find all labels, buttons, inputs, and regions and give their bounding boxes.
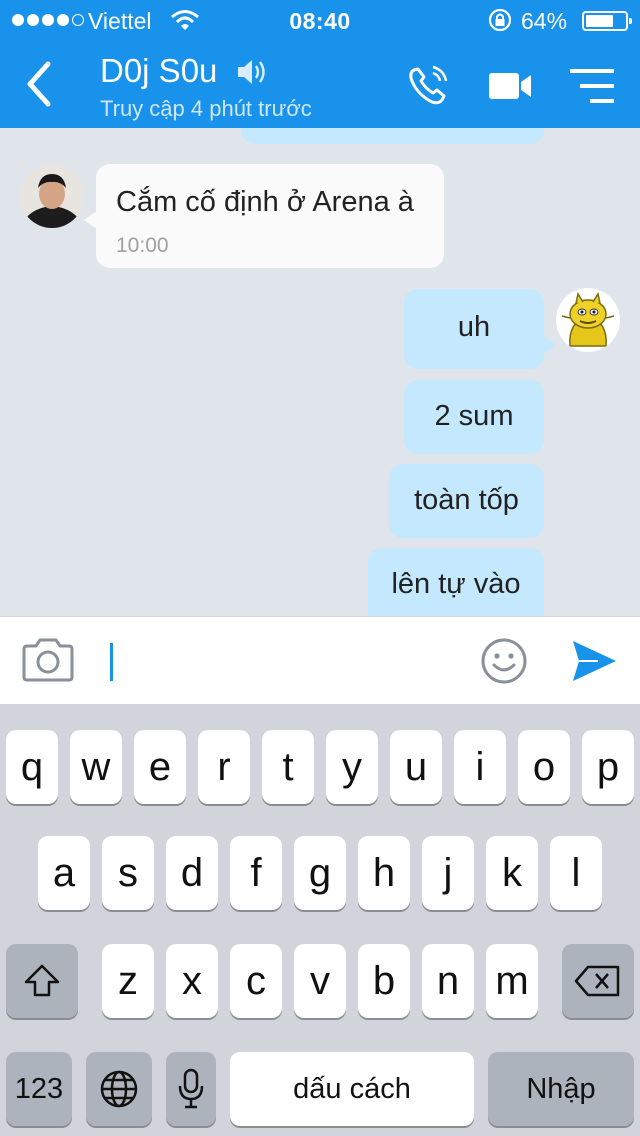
message-input[interactable] [104, 635, 464, 685]
globe-key[interactable] [86, 1052, 152, 1126]
key-s[interactable]: s [102, 836, 154, 910]
key-w[interactable]: w [70, 730, 122, 804]
outgoing-message-bubble[interactable]: 2 sum [404, 380, 544, 454]
key-h[interactable]: h [358, 836, 410, 910]
phone-call-icon[interactable] [406, 64, 450, 108]
key-label: v [310, 958, 330, 1003]
key-r[interactable]: r [198, 730, 250, 804]
key-label: t [282, 744, 294, 789]
message-input-bar [0, 616, 640, 704]
key-label: c [246, 958, 266, 1003]
back-arrow-icon[interactable] [22, 58, 56, 110]
message-text: toàn tốp [414, 484, 519, 516]
key-p[interactable]: p [582, 730, 634, 804]
key-t[interactable]: t [262, 730, 314, 804]
globe-icon [100, 1070, 138, 1108]
outgoing-message-bubble[interactable]: toàn tốp [389, 464, 544, 538]
message-text: Cắm cố định ở Arena à [116, 186, 414, 218]
shift-key[interactable] [6, 944, 78, 1018]
key-label: l [571, 850, 581, 895]
key-u[interactable]: u [390, 730, 442, 804]
keyboard: qwer t yu i op asd f gh j k l zxcvbnm 123 dấu các… [0, 704, 640, 1136]
message-text: 2 sum [434, 400, 514, 432]
key-l[interactable]: l [550, 836, 602, 910]
key-b[interactable]: b [358, 944, 410, 1018]
key-x[interactable]: x [166, 944, 218, 1018]
key-label: q [20, 744, 44, 789]
camera-icon[interactable] [20, 637, 76, 683]
emoji-icon[interactable] [480, 637, 528, 685]
speaker-icon [238, 60, 265, 84]
incoming-message-bubble[interactable]: Cắm cố định ở Arena à 10:00 [96, 164, 444, 268]
key-g[interactable]: g [294, 836, 346, 910]
battery-percentage: 64% [521, 8, 568, 34]
key-label: m [495, 958, 529, 1003]
battery-icon [582, 11, 632, 31]
rotation-lock-icon [488, 8, 512, 32]
key-q[interactable]: q [6, 730, 58, 804]
key-label: w [81, 744, 111, 789]
top-bar: Viettel 08:40 64% D0j S0u Truy cập 4 phú… [0, 0, 640, 128]
key-label: j [443, 850, 453, 895]
key-k[interactable]: k [486, 836, 538, 910]
key-n[interactable]: n [422, 944, 474, 1018]
video-camera-icon[interactable] [487, 70, 533, 102]
key-label: a [52, 850, 76, 895]
message-timestamp: 10:00 [116, 234, 169, 257]
return-key[interactable]: Nhập [488, 1052, 634, 1126]
key-label: h [372, 850, 396, 895]
key-label: z [118, 958, 138, 1003]
microphone-icon [178, 1068, 204, 1109]
key-label: o [532, 744, 556, 789]
key-f[interactable]: f [230, 836, 282, 910]
key-m[interactable]: m [486, 944, 538, 1018]
previous-message-bubble[interactable] [241, 128, 544, 144]
key-label: p [596, 744, 620, 789]
key-label: s [118, 850, 138, 895]
contact-avatar[interactable] [20, 164, 84, 228]
key-z[interactable]: z [102, 944, 154, 1018]
key-label: i [475, 744, 485, 789]
user-avatar[interactable] [556, 288, 620, 352]
outgoing-bubble-tail [542, 335, 556, 355]
key-label: d [180, 850, 204, 895]
key-label: b [372, 958, 396, 1003]
key-a[interactable]: a [38, 836, 90, 910]
message-text: uh [457, 311, 491, 343]
outgoing-message-bubble[interactable]: lên tự vào [368, 548, 544, 616]
menu-icon[interactable] [568, 66, 616, 106]
key-label: y [342, 744, 362, 789]
key-label: n [436, 958, 460, 1003]
key-i[interactable]: i [454, 730, 506, 804]
key-label: x [182, 958, 202, 1003]
numbers-key[interactable]: 123 [6, 1052, 72, 1126]
key-e[interactable]: e [134, 730, 186, 804]
key-label: r [217, 744, 231, 789]
key-label: k [502, 850, 522, 895]
key-label: e [148, 744, 172, 789]
key-y[interactable]: y [326, 730, 378, 804]
key-c[interactable]: c [230, 944, 282, 1018]
send-icon[interactable] [570, 637, 618, 685]
key-o[interactable]: o [518, 730, 570, 804]
space-key[interactable]: dấu cách [230, 1052, 474, 1126]
message-text: lên tự vào [391, 568, 521, 600]
key-label: u [404, 744, 428, 789]
backspace-key[interactable] [562, 944, 634, 1018]
backspace-icon [574, 965, 620, 997]
key-label: g [308, 850, 332, 895]
chat-area[interactable]: Cắm cố định ở Arena à 10:00 uh 2 sum toà… [0, 128, 640, 616]
key-j[interactable]: j [422, 836, 474, 910]
shift-icon [24, 964, 60, 997]
contact-name[interactable]: D0j S0u [100, 52, 217, 90]
key-label: f [250, 850, 262, 895]
text-cursor [110, 643, 113, 681]
last-seen-status: Truy cập 4 phút trước [100, 96, 312, 121]
key-d[interactable]: d [166, 836, 218, 910]
status-bar: Viettel 08:40 64% [0, 0, 640, 40]
key-v[interactable]: v [294, 944, 346, 1018]
outgoing-message-bubble[interactable]: uh [404, 289, 544, 369]
dictation-key[interactable] [166, 1052, 216, 1126]
